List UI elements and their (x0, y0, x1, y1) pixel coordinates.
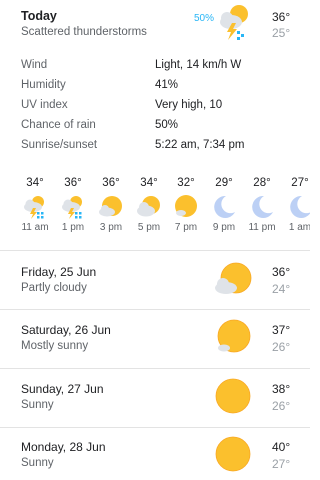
daily-condition: Sunny (21, 457, 54, 469)
detail-label-uv: UV index (21, 99, 68, 111)
detail-value-wind: Light, 14 km/h W (155, 59, 242, 71)
daily-row[interactable]: Sunday, 27 Jun Sunny 38° 26° (0, 369, 310, 426)
today-condition: Scattered thunderstorms (21, 26, 147, 38)
hourly-time: 11 pm (248, 222, 276, 233)
hourly-time: 5 pm (137, 222, 161, 233)
thunderstorm-icon (220, 5, 248, 40)
detail-value-uv: Very high, 10 (155, 99, 223, 111)
partly-cloudy-icon (215, 262, 252, 294)
today-high-temp: 36° (272, 10, 291, 24)
daily-day: Saturday, 26 Jun (21, 323, 111, 337)
daily-condition: Sunny (21, 399, 54, 411)
sun-icon (215, 378, 251, 414)
partly-cloudy-icon (137, 196, 160, 217)
daily-low-temp: 24° (272, 282, 291, 296)
thunderstorm-icon (24, 196, 44, 219)
hourly-time: 1 pm (61, 222, 85, 233)
daily-low-temp: 26° (272, 340, 291, 354)
hourly-temp: 34° (140, 177, 158, 189)
detail-label-sun: Sunrise/sunset (21, 139, 98, 151)
hourly-time: 11 am (21, 222, 49, 233)
today-title: Today (21, 9, 57, 23)
hourly-temp: 27° (291, 177, 309, 189)
daily-row[interactable]: Monday, 28 Jun Sunny 40° 27° (0, 428, 310, 480)
daily-day: Friday, 25 Jun (21, 265, 97, 279)
daily-high-temp: 36° (272, 265, 291, 279)
detail-label-humidity: Humidity (21, 79, 66, 91)
detail-label-wind: Wind (21, 59, 48, 71)
daily-low-temp: 26° (272, 399, 291, 413)
today-rain-chance: 50% (194, 13, 215, 24)
hourly-temp: 36° (102, 177, 120, 189)
daily-row[interactable]: Friday, 25 Jun Partly cloudy 36° 24° (0, 251, 310, 308)
mostly-sunny-icon (217, 319, 251, 353)
daily-high-temp: 38° (272, 382, 291, 396)
daily-condition: Mostly sunny (21, 340, 89, 352)
hourly-temp: 29° (215, 177, 233, 189)
hourly-temp: 34° (26, 177, 44, 189)
hourly-temp: 32° (177, 177, 195, 189)
detail-value-sun: 5:22 am, 7:34 pm (155, 139, 245, 151)
moon-icon (290, 195, 310, 218)
daily-day: Monday, 28 Jun (21, 440, 106, 454)
thunderstorm-icon (62, 196, 82, 219)
daily-row[interactable]: Saturday, 26 Jun Mostly sunny 37° 26° (0, 310, 310, 367)
hourly-time: 9 pm (212, 222, 236, 233)
moon-icon (252, 195, 273, 218)
hourly-time: 7 pm (174, 222, 198, 233)
hourly-temp: 28° (253, 177, 271, 189)
detail-value-rain: 50% (155, 119, 179, 131)
hourly-time: 1 am (288, 222, 310, 233)
daily-condition: Partly cloudy (21, 282, 87, 294)
today-low-temp: 25° (272, 26, 291, 40)
daily-day: Sunday, 27 Jun (21, 382, 104, 396)
detail-label-rain: Chance of rain (21, 119, 96, 131)
hourly-time: 3 pm (99, 222, 123, 233)
daily-low-temp: 27° (272, 457, 291, 471)
detail-value-humidity: 41% (155, 79, 179, 91)
sun-icon (215, 436, 251, 472)
sun-icon (175, 195, 197, 217)
hourly-temp: 36° (64, 177, 82, 189)
daily-high-temp: 37° (272, 323, 291, 337)
daily-high-temp: 40° (272, 440, 291, 454)
moon-icon (214, 195, 235, 218)
partly-cloudy-icon (99, 196, 122, 217)
hourly-forecast[interactable]: 34° 11 am 36° 1 pm 36° 3 pm 34° 5 pm 32°… (0, 170, 310, 242)
